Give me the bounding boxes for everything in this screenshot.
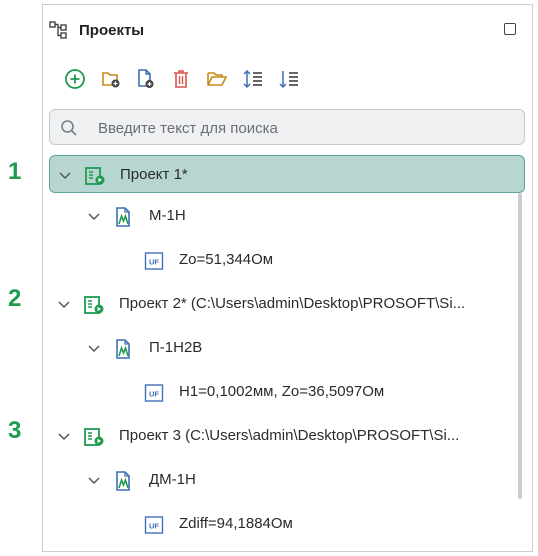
- tree-item-label: Zo=51,344Ом: [179, 251, 274, 268]
- sort-asc-icon: [243, 69, 262, 89]
- svg-text:UF: UF: [149, 258, 159, 267]
- add-file-button[interactable]: [131, 65, 159, 93]
- project-icon: [84, 428, 104, 446]
- svg-text:UF: UF: [149, 522, 159, 531]
- chevron-down-icon[interactable]: [85, 471, 103, 489]
- projects-panel: Проекты Введите текст для поиска Проект …: [42, 4, 533, 552]
- trash-icon: [174, 70, 188, 88]
- tree-item-project-3[interactable]: Проект 3 (C:\Users\admin\Desktop\PROSOFT…: [49, 417, 525, 455]
- sort-descending-button[interactable]: [275, 65, 303, 93]
- search-icon: [61, 120, 77, 136]
- open-folder-button[interactable]: [203, 65, 231, 93]
- file-plus-icon: [138, 69, 154, 88]
- sort-desc-icon: [279, 71, 298, 89]
- tree-item-param[interactable]: UF Zo=51,344Ом: [49, 241, 525, 279]
- svg-text:UF: UF: [149, 390, 159, 399]
- panel-header: Проекты: [43, 5, 532, 55]
- tree-item-label: М-1Н: [149, 207, 186, 224]
- annotation-number-2: 2: [8, 285, 22, 312]
- vertical-scrollbar[interactable]: [518, 193, 522, 499]
- chevron-down-icon[interactable]: [85, 207, 103, 225]
- tree-item-model-dm-1n[interactable]: ДМ-1Н: [49, 461, 525, 499]
- tree-item-label: Проект 2* (C:\Users\admin\Desktop\PROSOF…: [119, 295, 466, 312]
- tree-item-param[interactable]: UF Zdiff=94,1884Ом: [49, 505, 525, 543]
- model-file-icon: [116, 471, 130, 491]
- uf-parameter-icon: UF: [144, 252, 164, 270]
- tree-item-label: ДМ-1Н: [149, 471, 196, 488]
- chevron-down-icon[interactable]: [56, 166, 74, 184]
- tree-item-param[interactable]: UF H1=0,1002мм, Zo=36,5097Ом: [49, 373, 525, 411]
- search-input[interactable]: [96, 110, 510, 146]
- tree-item-label: Проект 1*: [120, 166, 188, 183]
- annotation-number-1: 1: [8, 158, 22, 185]
- chevron-down-icon[interactable]: [85, 339, 103, 357]
- delete-button[interactable]: [167, 65, 195, 93]
- tree-item-label: Проект 3 (C:\Users\admin\Desktop\PROSOFT…: [119, 427, 460, 444]
- model-file-icon: [116, 207, 130, 227]
- tree-item-label: П-1Н2В: [149, 339, 203, 356]
- maximize-button[interactable]: [504, 23, 516, 35]
- panel-title: Проекты: [79, 22, 145, 39]
- plus-circle-icon: [65, 69, 85, 89]
- tree-item-label: Zdiff=94,1884Ом: [179, 515, 293, 532]
- tree-item-project-2[interactable]: Проект 2* (C:\Users\admin\Desktop\PROSOF…: [49, 285, 525, 323]
- search-box: [49, 109, 525, 146]
- sort-ascending-button[interactable]: [239, 65, 267, 93]
- chevron-down-icon[interactable]: [55, 295, 73, 313]
- open-folder-icon: [207, 72, 228, 86]
- tree-item-model-m-1n[interactable]: М-1Н: [49, 197, 525, 235]
- folder-plus-icon: [102, 72, 120, 88]
- project-tree-icon: [49, 21, 67, 39]
- annotation-number-3: 3: [8, 417, 22, 444]
- add-folder-button[interactable]: [97, 65, 125, 93]
- tree-item-model-p-1n2v[interactable]: П-1Н2В: [49, 329, 525, 367]
- project-icon: [84, 296, 104, 314]
- project-tree: Проект 1* М-1Н UF Zo=51,344Ом Проект 2* …: [43, 153, 532, 551]
- uf-parameter-icon: UF: [144, 516, 164, 534]
- project-icon: [85, 167, 105, 185]
- model-file-icon: [116, 339, 130, 359]
- uf-parameter-icon: UF: [144, 384, 164, 402]
- tree-item-project-1[interactable]: Проект 1*: [49, 155, 525, 193]
- add-button[interactable]: [61, 65, 89, 93]
- tree-item-label: H1=0,1002мм, Zo=36,5097Ом: [179, 383, 385, 400]
- chevron-down-icon[interactable]: [55, 427, 73, 445]
